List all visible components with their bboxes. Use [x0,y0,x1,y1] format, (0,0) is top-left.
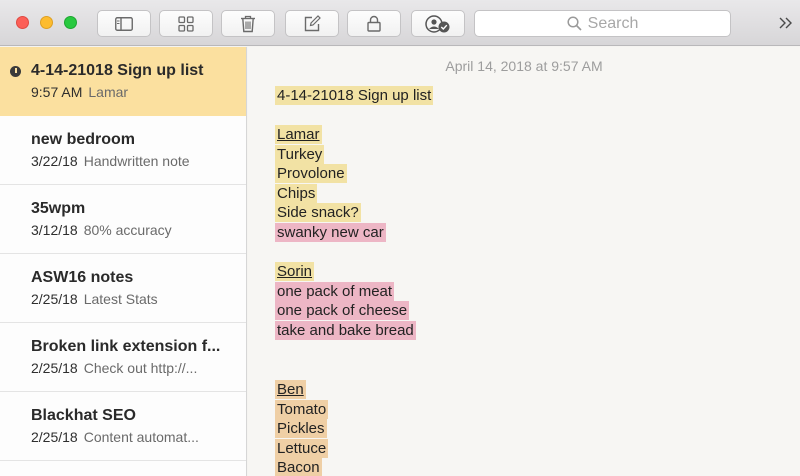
note-list-item[interactable]: ASW16 notes 2/25/18 Latest Stats [0,254,246,323]
close-window-button[interactable] [16,16,29,29]
list-line[interactable]: take and bake bread [275,321,416,340]
note-date: 3/22/18 [31,153,78,169]
note-snippet: Content automat... [83,429,199,445]
search-placeholder: Search [587,14,639,32]
note-snippet: Latest Stats [83,291,158,307]
grid-icon [178,15,194,32]
note-title: Broken link extension f... [31,338,221,355]
list-line[interactable]: Provolone [275,164,347,183]
toolbar: Search [0,0,800,46]
note-timestamp: April 14, 2018 at 9:57 AM [445,58,603,74]
search-field[interactable]: Search [474,10,731,37]
pin-icon [10,66,21,77]
note-heading[interactable]: 4-14-21018 Sign up list [275,86,434,105]
list-line[interactable]: Pickles [275,419,327,438]
list-line[interactable]: swanky new car [275,223,386,242]
list-line[interactable]: Chips [275,184,318,203]
note-date: 2/25/18 [31,291,78,307]
sidebar-icon [115,16,133,31]
compose-icon [304,15,321,32]
list-line[interactable]: Side snack? [275,203,361,222]
attachments-browser-button[interactable] [159,10,213,37]
note-editor[interactable]: April 14, 2018 at 9:57 AM 4-14-21018 Sig… [248,47,800,476]
note-title: new bedroom [31,131,136,148]
note-date: 2/25/18 [31,360,78,376]
toggle-sidebar-button[interactable] [97,10,151,37]
trash-icon [241,15,255,32]
note-snippet: Handwritten note [83,153,190,169]
note-list-item[interactable]: 35wpm 3/12/18 80% accuracy [0,185,246,254]
notes-list: 4-14-21018 Sign up list 9:57 AM Lamar new… [0,47,247,476]
delete-note-button[interactable] [221,10,275,37]
list-line[interactable]: one pack of meat [275,282,395,301]
add-people-button[interactable] [411,10,465,37]
minimize-window-button[interactable] [40,16,53,29]
list-line[interactable]: Tomato [275,400,329,419]
note-date: 3/12/18 [31,222,78,238]
note-title: Blackhat SEO [31,407,136,424]
list-line[interactable]: Lettuce [275,439,329,458]
new-note-button[interactable] [285,10,339,37]
note-list-item[interactable]: Broken link extension f... 2/25/18 Check … [0,323,246,392]
note-title: ASW16 notes [31,269,134,286]
note-snippet: 80% accuracy [83,222,172,238]
note-title: 35wpm [31,200,86,217]
note-list-item[interactable]: 4-14-21018 Sign up list 9:57 AM Lamar [0,47,246,116]
person-name[interactable]: Ben [275,380,306,399]
note-snippet: Lamar [88,84,129,100]
person-name[interactable]: Lamar [275,125,322,144]
list-line[interactable]: one pack of cheese [275,301,410,320]
note-date: 9:57 AM [31,84,83,100]
note-list-item[interactable]: new bedroom 3/22/18 Handwritten note [0,116,246,185]
list-line[interactable]: Bacon [275,458,322,476]
note-list-item[interactable]: Blackhat SEO 2/25/18 Content automat... [0,392,246,461]
double-chevron-right-icon [779,17,792,29]
note-snippet: Check out http://... [83,360,198,376]
note-title: 4-14-21018 Sign up list [31,62,204,79]
lock-note-button[interactable] [347,10,401,37]
note-date: 2/25/18 [31,429,78,445]
list-line[interactable]: Turkey [275,145,325,164]
person-name[interactable]: Sorin [275,262,315,281]
add-people-icon [425,14,450,33]
toolbar-overflow-button[interactable] [776,13,796,33]
lock-icon [367,15,381,32]
search-icon [567,16,582,31]
zoom-window-button[interactable] [64,16,77,29]
